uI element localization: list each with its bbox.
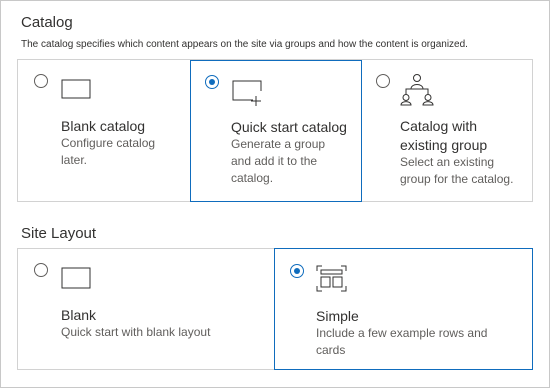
site-layout-heading: Site Layout	[21, 225, 97, 242]
catalog-description: The catalog specifies which content appe…	[21, 39, 468, 50]
rectangle-plus-icon	[232, 80, 262, 106]
catalog-option-existing-group[interactable]: Catalog with existing group Select an ex…	[362, 60, 532, 201]
layout-option-title: Simple	[316, 308, 359, 324]
people-group-icon	[400, 74, 434, 106]
layout-option-blank[interactable]: Blank Quick start with blank layout	[18, 249, 274, 369]
catalog-option-description: Generate a group and add it to the catal…	[231, 137, 326, 185]
catalog-heading: Catalog	[21, 14, 73, 31]
layout-grid-icon	[316, 265, 347, 292]
blank-rectangle-icon	[61, 79, 91, 99]
catalog-option-description: Configure catalog later.	[61, 136, 156, 167]
radio-blank-catalog[interactable]	[34, 74, 48, 88]
catalog-option-quick-start[interactable]: Quick start catalog Generate a group and…	[190, 60, 362, 202]
blank-rectangle-icon	[61, 267, 91, 289]
catalog-option-blank[interactable]: Blank catalog Configure catalog later.	[18, 60, 190, 201]
catalog-option-title: Blank catalog	[61, 118, 146, 134]
layout-option-simple[interactable]: Simple Include a few example rows and ca…	[274, 248, 533, 370]
catalog-option-description: Select an existing group for the catalog…	[400, 155, 514, 186]
radio-simple-layout[interactable]	[290, 264, 304, 278]
catalog-option-title: Catalog with existing group	[400, 118, 488, 153]
layout-option-description: Quick start with blank layout	[61, 325, 211, 339]
catalog-option-title: Quick start catalog	[231, 119, 347, 135]
layout-option-description: Include a few example rows and cards	[316, 326, 488, 357]
layout-option-title: Blank	[61, 307, 97, 323]
radio-quick-start-catalog[interactable]	[205, 75, 219, 89]
radio-existing-group[interactable]	[376, 74, 390, 88]
radio-blank-layout[interactable]	[34, 263, 48, 277]
